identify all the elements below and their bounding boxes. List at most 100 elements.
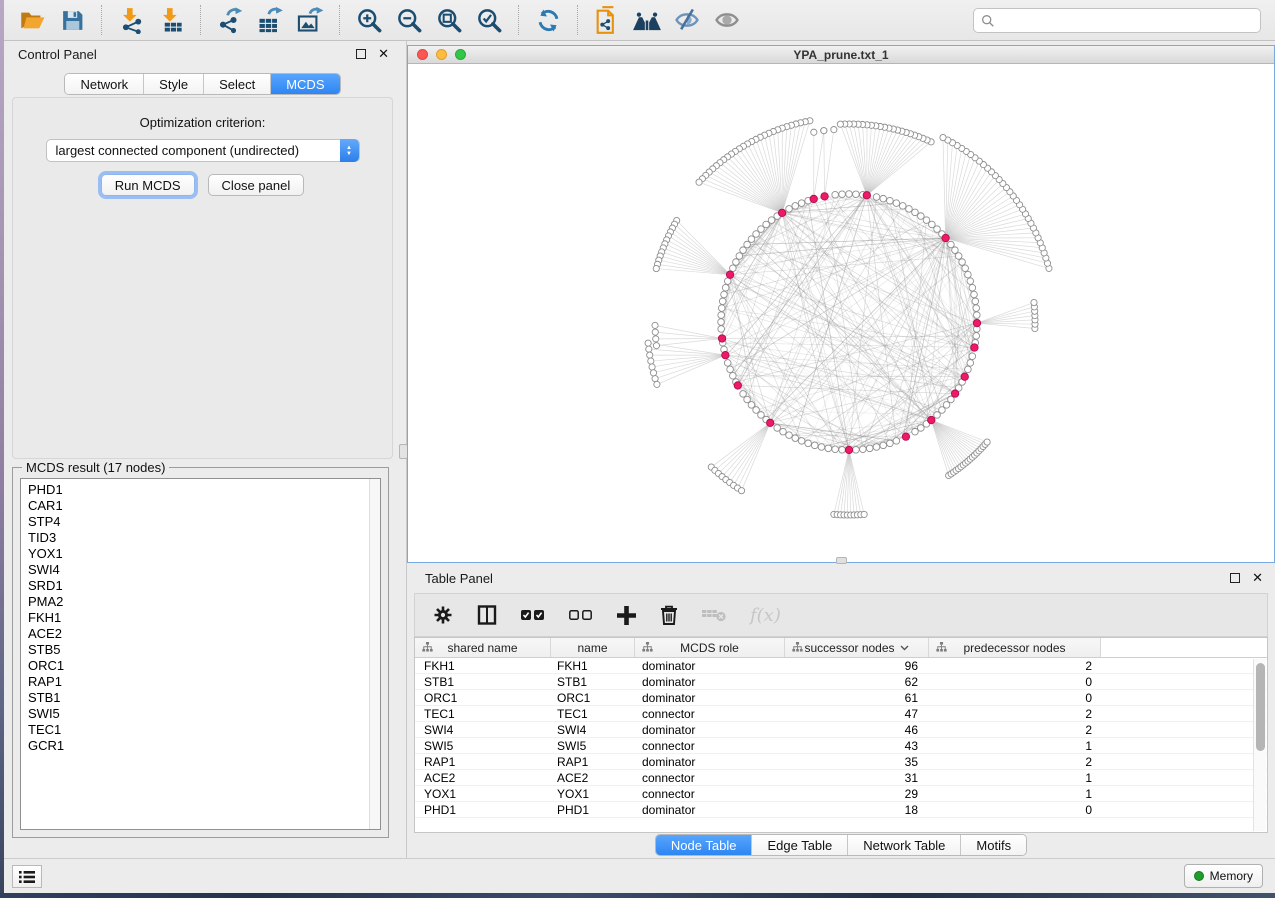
- task-history-button[interactable]: [12, 865, 42, 888]
- table-cell[interactable]: RAP1: [551, 755, 635, 769]
- graph-node[interactable]: [912, 428, 919, 435]
- tab-network[interactable]: Network: [65, 74, 144, 94]
- graph-node[interactable]: [646, 346, 652, 352]
- import-table-icon[interactable]: [156, 5, 186, 35]
- result-list-item[interactable]: PMA2: [28, 594, 380, 610]
- graph-node[interactable]: [893, 438, 900, 445]
- graph-node[interactable]: [860, 446, 867, 453]
- result-list-item[interactable]: YOX1: [28, 546, 380, 562]
- graph-node[interactable]: [811, 442, 818, 449]
- mcds-result-list[interactable]: PHD1CAR1STP4TID3YOX1SWI4SRD1PMA2FKH1ACE2…: [20, 478, 381, 830]
- graph-node[interactable]: [786, 432, 793, 439]
- result-scrollbar[interactable]: [369, 479, 380, 829]
- graph-node[interactable]: [653, 343, 659, 349]
- graph-node[interactable]: [969, 284, 976, 291]
- panel-divider-horizontal[interactable]: [836, 557, 847, 564]
- table-cell[interactable]: 62: [785, 675, 929, 689]
- zoom-fit-icon[interactable]: [434, 5, 464, 35]
- graph-hub-node[interactable]: [726, 271, 733, 278]
- graph-hub-node[interactable]: [722, 351, 729, 358]
- maximize-window-icon[interactable]: [455, 49, 466, 60]
- share-document-icon[interactable]: [592, 5, 622, 35]
- close-panel-icon[interactable]: ✕: [378, 49, 389, 59]
- table-cell[interactable]: 2: [929, 707, 1101, 721]
- graph-node[interactable]: [899, 203, 906, 210]
- table-cell[interactable]: STB1: [551, 675, 635, 689]
- graph-node[interactable]: [918, 213, 925, 220]
- graph-node[interactable]: [974, 312, 981, 319]
- table-cell[interactable]: SWI5: [551, 739, 635, 753]
- graph-node[interactable]: [971, 291, 978, 298]
- graph-node[interactable]: [973, 333, 980, 340]
- table-cell[interactable]: ACE2: [415, 771, 551, 785]
- graph-node[interactable]: [738, 488, 744, 494]
- tab-network-table[interactable]: Network Table: [848, 835, 961, 855]
- column-header-predecessor-nodes[interactable]: predecessor nodes: [929, 638, 1101, 657]
- table-cell[interactable]: 2: [929, 723, 1101, 737]
- table-cell[interactable]: 1: [929, 739, 1101, 753]
- table-cell[interactable]: 35: [785, 755, 929, 769]
- graph-hub-node[interactable]: [863, 192, 870, 199]
- table-cell[interactable]: 1: [929, 787, 1101, 801]
- graph-node[interactable]: [733, 259, 740, 266]
- table-cell[interactable]: STB1: [415, 675, 551, 689]
- graph-node[interactable]: [962, 265, 969, 272]
- table-cell[interactable]: 18: [785, 803, 929, 817]
- graph-hub-node[interactable]: [951, 390, 958, 397]
- graph-node[interactable]: [805, 440, 812, 447]
- graph-node[interactable]: [730, 372, 737, 379]
- graph-node[interactable]: [798, 200, 805, 207]
- graph-node[interactable]: [906, 206, 913, 213]
- graph-node[interactable]: [653, 336, 659, 342]
- graph-node[interactable]: [654, 381, 660, 387]
- graph-node[interactable]: [853, 447, 860, 454]
- result-list-item[interactable]: SWI4: [28, 562, 380, 578]
- graph-hub-node[interactable]: [718, 335, 725, 342]
- graph-node[interactable]: [792, 203, 799, 210]
- close-window-icon[interactable]: [417, 49, 428, 60]
- graph-node[interactable]: [652, 322, 658, 328]
- network-titlebar[interactable]: YPA_prune.txt_1: [408, 46, 1274, 64]
- graph-node[interactable]: [825, 445, 832, 452]
- column-header-successor-nodes[interactable]: successor nodes: [785, 638, 929, 657]
- graph-hub-node[interactable]: [734, 382, 741, 389]
- tab-motifs[interactable]: Motifs: [961, 835, 1026, 855]
- graph-node[interactable]: [721, 291, 728, 298]
- table-cell[interactable]: TEC1: [415, 707, 551, 721]
- minimize-window-icon[interactable]: [436, 49, 447, 60]
- result-list-item[interactable]: PHD1: [28, 482, 380, 498]
- graph-node[interactable]: [722, 284, 729, 291]
- table-row[interactable]: ORC1ORC1dominator610: [415, 690, 1267, 706]
- graph-node[interactable]: [866, 445, 873, 452]
- graph-hub-node[interactable]: [810, 195, 817, 202]
- graph-node[interactable]: [780, 428, 787, 435]
- table-cell[interactable]: dominator: [635, 803, 785, 817]
- table-cell[interactable]: 96: [785, 659, 929, 673]
- graph-hub-node[interactable]: [973, 319, 980, 326]
- result-list-item[interactable]: TEC1: [28, 722, 380, 738]
- graph-node[interactable]: [719, 298, 726, 305]
- table-cell[interactable]: dominator: [635, 675, 785, 689]
- table-cell[interactable]: ORC1: [551, 691, 635, 705]
- table-scrollbar-thumb[interactable]: [1256, 663, 1265, 751]
- table-cell[interactable]: 1: [929, 771, 1101, 785]
- graph-node[interactable]: [718, 319, 725, 326]
- table-row[interactable]: TEC1TEC1connector472: [415, 706, 1267, 722]
- graph-node[interactable]: [887, 197, 894, 204]
- search-input[interactable]: [1000, 14, 1260, 28]
- table-cell[interactable]: RAP1: [415, 755, 551, 769]
- result-list-item[interactable]: RAP1: [28, 674, 380, 690]
- table-cell[interactable]: connector: [635, 707, 785, 721]
- table-cell[interactable]: SWI4: [551, 723, 635, 737]
- graph-node[interactable]: [774, 425, 781, 432]
- graph-hub-node[interactable]: [845, 446, 852, 453]
- import-network-icon[interactable]: [116, 5, 146, 35]
- result-list-item[interactable]: FKH1: [28, 610, 380, 626]
- zoom-in-icon[interactable]: [354, 5, 384, 35]
- graph-node[interactable]: [792, 435, 799, 442]
- export-table-icon[interactable]: [255, 5, 285, 35]
- result-list-item[interactable]: ORC1: [28, 658, 380, 674]
- column-header-shared-name[interactable]: shared name: [415, 638, 551, 657]
- graph-node[interactable]: [887, 440, 894, 447]
- network-graph[interactable]: [408, 64, 1274, 562]
